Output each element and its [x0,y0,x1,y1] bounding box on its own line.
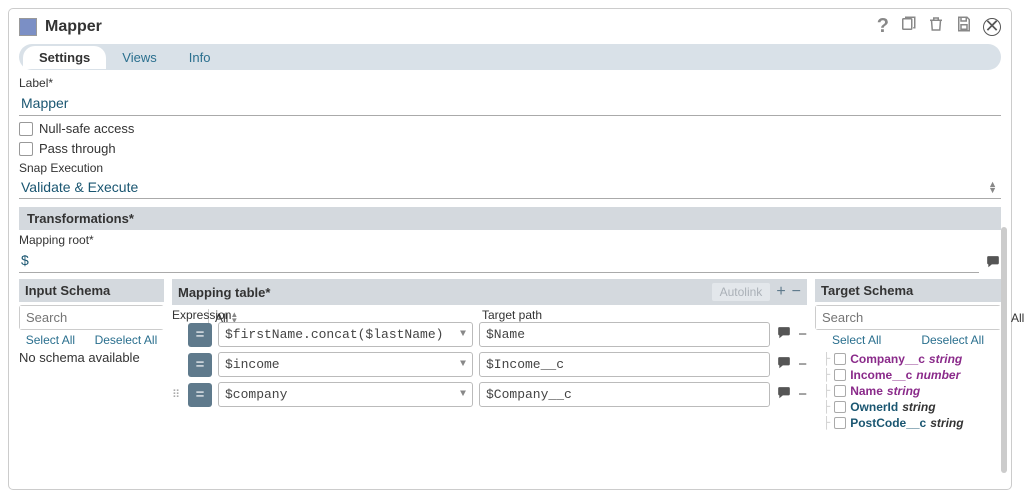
label-input[interactable] [19,91,1001,116]
label-field-label: Label* [19,76,1001,90]
tab-info[interactable]: Info [173,46,227,69]
schema-item-name: OwnerId [850,400,898,414]
target-path-input[interactable]: $Income__c [479,352,770,377]
snap-execution-select[interactable]: Validate & Execute ▲▼ [19,176,1001,199]
target-schema-all-dropdown[interactable]: All ▲▼ [1004,309,1024,327]
mapping-row: ⠿ =$company▼$Company__c − [172,382,807,407]
save-icon[interactable] [955,15,973,38]
title-bar: Mapper ? ✕ [19,15,1001,38]
mapping-row: =$income▼$Income__c − [172,352,807,377]
tab-settings[interactable]: Settings [23,46,106,69]
schema-item-checkbox[interactable] [834,369,846,381]
input-schema-empty: No schema available [19,350,164,365]
add-row-button[interactable]: + [776,283,785,301]
input-schema-header: Input Schema [19,279,164,302]
drag-handle-icon[interactable]: ⠿ [172,388,182,401]
target-schema-panel: Target Schema All ▲▼ Select All Deselect… [815,279,1001,432]
schema-tree-item[interactable]: ├OwnerId string [815,400,1001,414]
drag-handle-icon[interactable] [172,329,182,341]
input-deselect-all[interactable]: Deselect All [95,333,158,347]
comment-icon[interactable] [985,255,1001,273]
dialog-title: Mapper [45,18,102,36]
target-schema-header: Target Schema [815,279,1001,302]
schema-item-name: Company__c [850,352,925,366]
input-select-all[interactable]: Select All [26,333,75,347]
schema-item-type: number [916,368,960,382]
null-safe-label: Null-safe access [39,121,134,136]
help-icon[interactable]: ? [877,15,889,38]
pass-through-checkbox[interactable] [19,142,33,156]
transformations-header: Transformations* [19,207,1001,230]
snap-type-icon [19,18,37,36]
comment-icon[interactable] [776,386,792,404]
schema-tree-item[interactable]: ├Name string [815,384,1001,398]
schema-item-type: string [887,384,920,398]
comment-icon[interactable] [776,326,792,344]
drag-handle-icon[interactable] [172,359,182,371]
target-select-all[interactable]: Select All [832,333,881,347]
schema-item-type: string [930,416,963,430]
target-deselect-all[interactable]: Deselect All [921,333,984,347]
mapping-table-header: Mapping table* Autolink + − [172,279,807,305]
schema-item-checkbox[interactable] [834,417,846,429]
schema-tree-item[interactable]: ├Income__c number [815,368,1001,382]
snap-execution-label: Snap Execution [19,161,1001,175]
target-schema-search[interactable] [816,306,1004,329]
expression-input[interactable]: $income▼ [218,352,473,377]
expression-input[interactable]: $firstName.concat($lastName)▼ [218,322,473,347]
schema-item-name: Name [850,384,883,398]
mapping-root-label: Mapping root* [19,233,1001,247]
target-path-input[interactable]: $Company__c [479,382,770,407]
input-schema-panel: Input Schema All ▲▼ Select All Deselect … [19,279,164,365]
target-column-header: Target path [482,308,807,322]
schema-tree-item[interactable]: ├Company__c string [815,352,1001,366]
pass-through-label: Pass through [39,141,116,156]
schema-item-name: Income__c [850,368,912,382]
mapping-row: =$firstName.concat($lastName)▼$Name − [172,322,807,347]
tab-bar: Settings Views Info [19,44,1001,70]
trash-icon[interactable] [927,15,945,38]
autolink-button[interactable]: Autolink [712,283,771,301]
schema-item-checkbox[interactable] [834,353,846,365]
select-stepper-icon[interactable]: ▲▼ [988,181,1001,193]
expression-toggle[interactable]: = [188,323,212,347]
chevron-down-icon[interactable]: ▼ [460,329,466,340]
schema-item-checkbox[interactable] [834,401,846,413]
expression-toggle[interactable]: = [188,383,212,407]
mapper-dialog: Mapper ? ✕ Settings Views Info Label* Nu… [8,8,1012,490]
remove-row-icon[interactable]: − [798,326,807,343]
schema-tree-item[interactable]: ├PostCode__c string [815,416,1001,430]
chevron-down-icon[interactable]: ▼ [460,359,466,370]
scrollbar[interactable] [1001,227,1007,473]
expression-column-header: Expression [172,308,472,322]
expression-input[interactable]: $company▼ [218,382,473,407]
schema-item-type: string [902,400,935,414]
null-safe-checkbox[interactable] [19,122,33,136]
schema-item-checkbox[interactable] [834,385,846,397]
remove-row-button[interactable]: − [792,283,801,301]
remove-row-icon[interactable]: − [798,356,807,373]
expression-toggle[interactable]: = [188,353,212,377]
mapping-table-panel: Mapping table* Autolink + − Expression T… [172,279,807,412]
mapping-root-input[interactable] [19,248,979,273]
chevron-down-icon[interactable]: ▼ [460,389,466,400]
copy-icon[interactable] [899,15,917,38]
remove-row-icon[interactable]: − [798,386,807,403]
target-path-input[interactable]: $Name [479,322,770,347]
tab-views[interactable]: Views [106,46,172,69]
schema-item-type: string [929,352,962,366]
close-icon[interactable]: ✕ [983,18,1001,36]
comment-icon[interactable] [776,356,792,374]
schema-item-name: PostCode__c [850,416,926,430]
